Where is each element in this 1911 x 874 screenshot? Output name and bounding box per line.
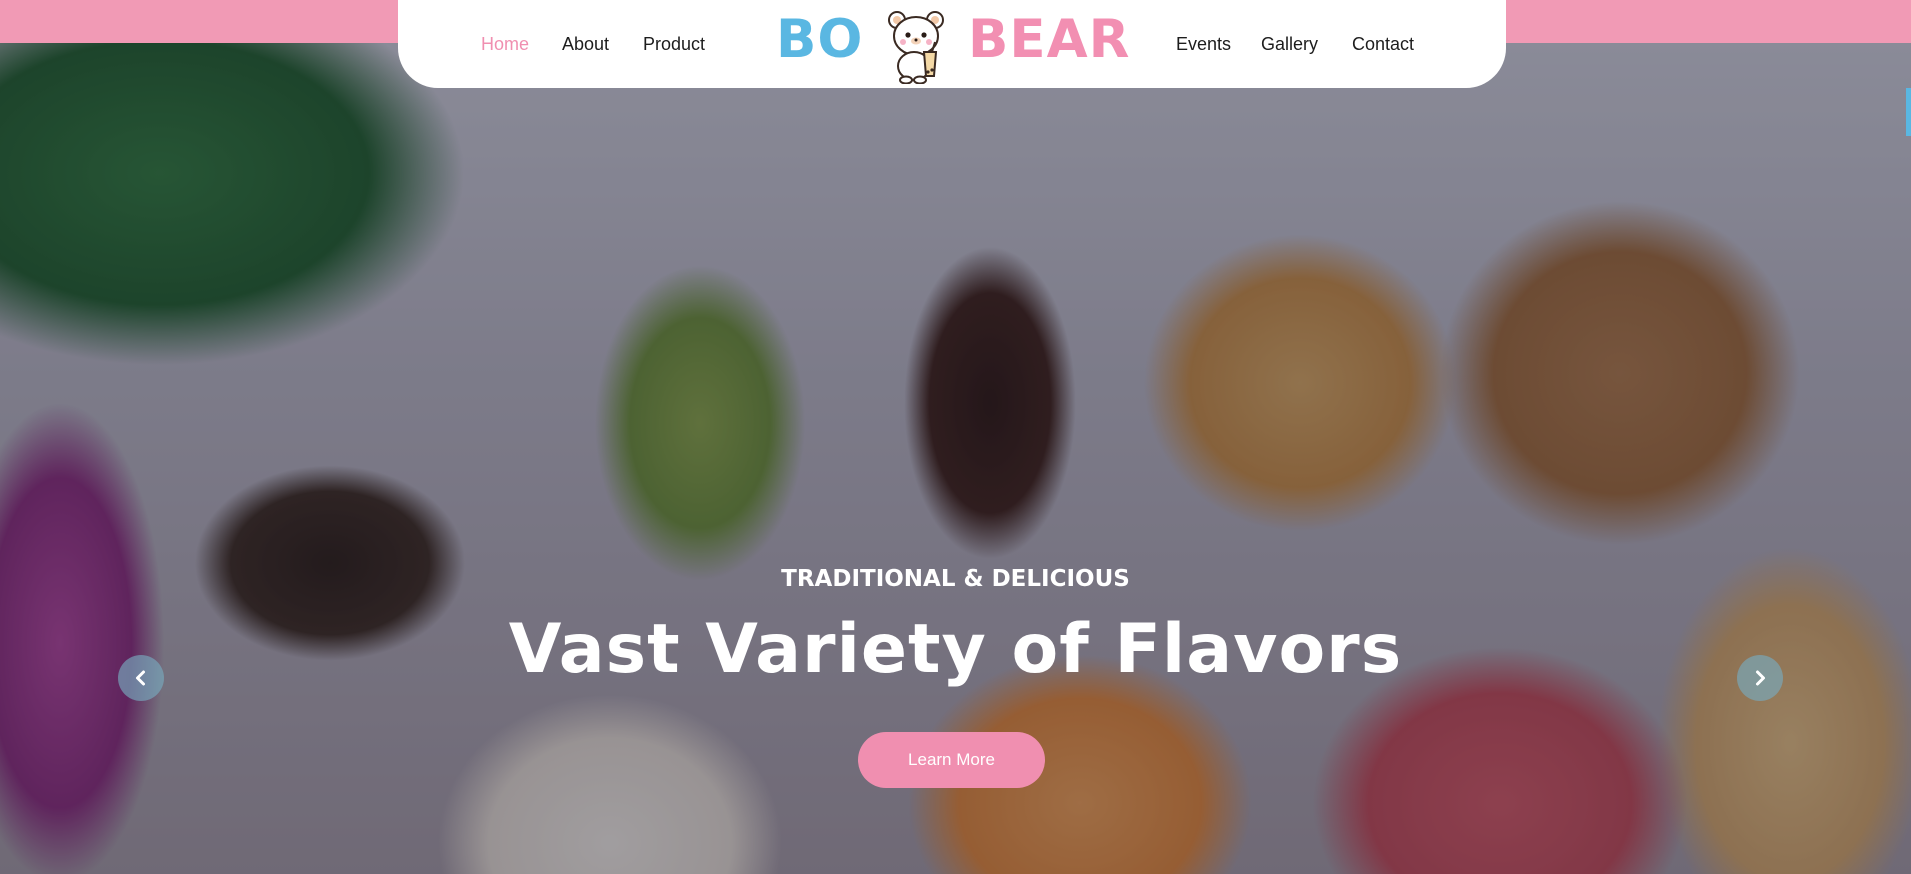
hero-title: Vast Variety of Flavors [508, 610, 1403, 689]
nav-link-home[interactable]: Home [481, 34, 529, 55]
nav-link-contact[interactable]: Contact [1352, 34, 1414, 55]
nav-link-about[interactable]: About [562, 34, 609, 55]
nav-link-gallery[interactable]: Gallery [1261, 34, 1318, 55]
nav-link-product[interactable]: Product [643, 34, 705, 55]
logo-text-bear[interactable]: BEAR [968, 8, 1130, 72]
slider-prev-button[interactable] [118, 655, 164, 701]
teddy-bear-with-boba-icon[interactable] [884, 6, 950, 84]
slider-next-button[interactable] [1737, 655, 1783, 701]
nav-link-events[interactable]: Events [1176, 34, 1231, 55]
scroll-indicator[interactable] [1906, 88, 1911, 136]
hero-subtitle: TRADITIONAL & DELICIOUS [781, 566, 1130, 592]
chevron-left-icon [136, 670, 145, 686]
logo-text-bo[interactable]: BO [776, 8, 863, 72]
main-navigation: Home About Product Events Gallery Contac… [398, 0, 1506, 88]
learn-more-button[interactable]: Learn More [858, 732, 1045, 788]
chevron-right-icon [1756, 670, 1765, 686]
